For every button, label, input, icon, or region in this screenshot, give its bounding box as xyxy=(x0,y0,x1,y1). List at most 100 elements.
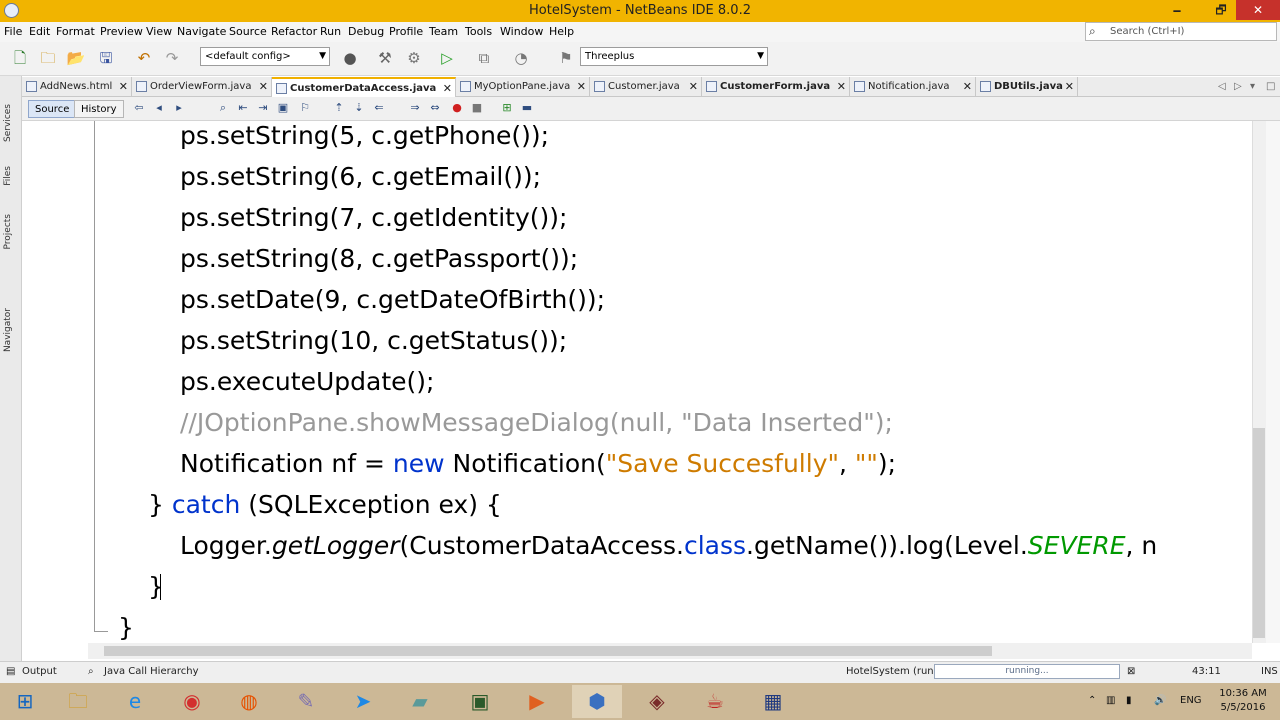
menu-debug[interactable]: Debug xyxy=(348,25,384,38)
undo-icon[interactable]: ↶ xyxy=(134,48,154,68)
code-editor[interactable]: ps.setString(5, c.getPhone()); ps.setStr… xyxy=(22,121,1252,643)
menu-view[interactable]: View xyxy=(146,25,172,38)
shift-left-icon[interactable]: ⇐ xyxy=(372,101,386,115)
find-next-icon[interactable]: ⇥ xyxy=(256,101,270,115)
app-icon[interactable]: ◈ xyxy=(632,685,682,718)
horizontal-scrollbar-thumb[interactable] xyxy=(104,646,992,656)
tab-dbutils[interactable]: DBUtils.java ✕ xyxy=(976,77,1078,97)
vertical-scrollbar-thumb[interactable] xyxy=(1253,428,1265,638)
tab-myoptionpane[interactable]: MyOptionPane.java ✕ xyxy=(456,77,590,97)
prev-bookmark-icon[interactable]: ⇡ xyxy=(332,101,346,115)
menu-format[interactable]: Format xyxy=(56,25,95,38)
close-button[interactable]: ✕ xyxy=(1236,0,1280,20)
network-icon[interactable]: ▥ xyxy=(1106,695,1115,706)
menu-help[interactable]: Help xyxy=(549,25,574,38)
close-icon[interactable]: ✕ xyxy=(259,77,268,97)
forward-icon[interactable]: ▸ xyxy=(172,101,186,115)
highlight-icon[interactable]: ▣ xyxy=(276,101,290,115)
system-clock[interactable]: 10:36 AM 5/5/2016 xyxy=(1212,687,1274,715)
comment-icon[interactable]: ⇔ xyxy=(428,101,442,115)
shift-right-icon[interactable]: ⇒ xyxy=(408,101,422,115)
search-box[interactable]: ⌕ Search (Ctrl+I) xyxy=(1085,22,1277,41)
tab-list-icon[interactable]: ▾ xyxy=(1250,77,1255,97)
media-player-icon[interactable]: ▶ xyxy=(512,685,562,718)
menu-window[interactable]: Window xyxy=(500,25,543,38)
back-icon[interactable]: ◂ xyxy=(152,101,166,115)
clean-build-icon[interactable]: ⚙ xyxy=(404,48,424,68)
run-icon[interactable]: ▷ xyxy=(437,48,457,68)
tab-customerform[interactable]: CustomerForm.java ✕ xyxy=(702,77,850,97)
progress-cancel-icon[interactable]: ⊠ xyxy=(1127,666,1135,677)
deploy-icon[interactable]: ⚑ xyxy=(556,48,576,68)
paint-icon[interactable]: ✎ xyxy=(281,685,331,718)
save-all-icon[interactable]: 🖫 xyxy=(96,48,116,68)
file-explorer-icon[interactable]: 🗀 xyxy=(53,685,103,718)
menu-navigate[interactable]: Navigate xyxy=(177,25,226,38)
menu-profile[interactable]: Profile xyxy=(389,25,423,38)
telegram-icon[interactable]: ➤ xyxy=(338,685,388,718)
toggle-bookmark-icon[interactable]: ⚐ xyxy=(298,101,312,115)
menu-team[interactable]: Team xyxy=(429,25,458,38)
output-icon[interactable]: ▤ xyxy=(6,666,15,677)
tab-customerdataaccess[interactable]: CustomerDataAccess.java ✕ xyxy=(272,77,456,97)
signal-icon[interactable]: ▮ xyxy=(1126,695,1132,706)
volume-icon[interactable]: 🔊 xyxy=(1154,695,1166,706)
menu-edit[interactable]: Edit xyxy=(29,25,50,38)
close-icon[interactable]: ✕ xyxy=(443,79,452,99)
config-select[interactable]: <default config> ▼ xyxy=(200,47,330,66)
language-indicator[interactable]: ENG xyxy=(1180,695,1202,706)
project-select[interactable]: Threeplus ▼ xyxy=(580,47,768,66)
redo-icon[interactable]: ↷ xyxy=(162,48,182,68)
start-macro-icon[interactable]: ● xyxy=(450,101,464,115)
debug-icon[interactable]: ⧉ xyxy=(474,48,494,68)
menu-file[interactable]: File xyxy=(4,25,22,38)
menu-refactor[interactable]: Refactor xyxy=(271,25,317,38)
internet-explorer-icon[interactable]: e xyxy=(110,685,160,718)
diff-icon[interactable]: ⊞ xyxy=(500,101,514,115)
new-file-icon[interactable]: 🗋 xyxy=(10,48,30,68)
menu-preview[interactable]: Preview xyxy=(100,25,143,38)
build-icon[interactable]: ⚒ xyxy=(375,48,395,68)
start-icon[interactable]: ⊞ xyxy=(0,685,50,718)
close-icon[interactable]: ✕ xyxy=(689,77,698,97)
services-panel-tab[interactable]: Services xyxy=(3,104,13,142)
maximize-editor-icon[interactable]: □ xyxy=(1266,77,1275,97)
database-icon[interactable]: ▦ xyxy=(748,685,798,718)
profile-icon[interactable]: ◔ xyxy=(511,48,531,68)
find-prev-icon[interactable]: ⇤ xyxy=(236,101,250,115)
next-bookmark-icon[interactable]: ⇣ xyxy=(352,101,366,115)
check-icon[interactable]: ▬ xyxy=(520,101,534,115)
tab-scroll-right-icon[interactable]: ▷ xyxy=(1234,77,1242,97)
close-icon[interactable]: ✕ xyxy=(837,77,846,97)
java-icon[interactable]: ☕ xyxy=(690,685,740,718)
globe-icon[interactable]: ● xyxy=(340,48,360,68)
close-icon[interactable]: ✕ xyxy=(577,77,586,97)
notes-icon[interactable]: ▰ xyxy=(395,685,445,718)
close-icon[interactable]: ✕ xyxy=(119,77,128,97)
tab-customer[interactable]: Customer.java ✕ xyxy=(590,77,702,97)
terminal-icon[interactable]: ▣ xyxy=(455,685,505,718)
output-tab[interactable]: Output xyxy=(22,666,57,677)
tray-expand-icon[interactable]: ⌃ xyxy=(1088,695,1096,706)
menu-run[interactable]: Run xyxy=(320,25,341,38)
last-edit-icon[interactable]: ⇦ xyxy=(132,101,146,115)
maximize-button[interactable]: 🗗 xyxy=(1207,0,1235,20)
projects-panel-tab[interactable]: Projects xyxy=(3,214,13,249)
tab-orderviewform[interactable]: OrderViewForm.java ✕ xyxy=(132,77,272,97)
menu-tools[interactable]: Tools xyxy=(465,25,492,38)
minimize-button[interactable]: 🗕 xyxy=(1163,0,1191,20)
find-icon[interactable]: ⌕ xyxy=(216,101,230,115)
source-button[interactable]: Source xyxy=(28,100,77,118)
stop-macro-icon[interactable]: ■ xyxy=(470,101,484,115)
history-button[interactable]: History xyxy=(74,100,124,118)
tab-notification[interactable]: Notification.java ✕ xyxy=(850,77,976,97)
tab-addnews[interactable]: AddNews.html ✕ xyxy=(22,77,132,97)
java-call-hierarchy-tab[interactable]: Java Call Hierarchy xyxy=(104,666,198,677)
close-icon[interactable]: ✕ xyxy=(963,77,972,97)
netbeans-taskbar-icon[interactable]: ⬢ xyxy=(572,685,622,718)
navigator-panel-tab[interactable]: Navigator xyxy=(3,308,13,352)
files-panel-tab[interactable]: Files xyxy=(3,166,13,186)
code-content[interactable]: ps.setString(5, c.getPhone()); ps.setStr… xyxy=(22,121,1252,643)
hierarchy-icon[interactable]: ⌕ xyxy=(88,666,94,677)
search-input[interactable]: Search (Ctrl+I) xyxy=(1110,26,1184,37)
